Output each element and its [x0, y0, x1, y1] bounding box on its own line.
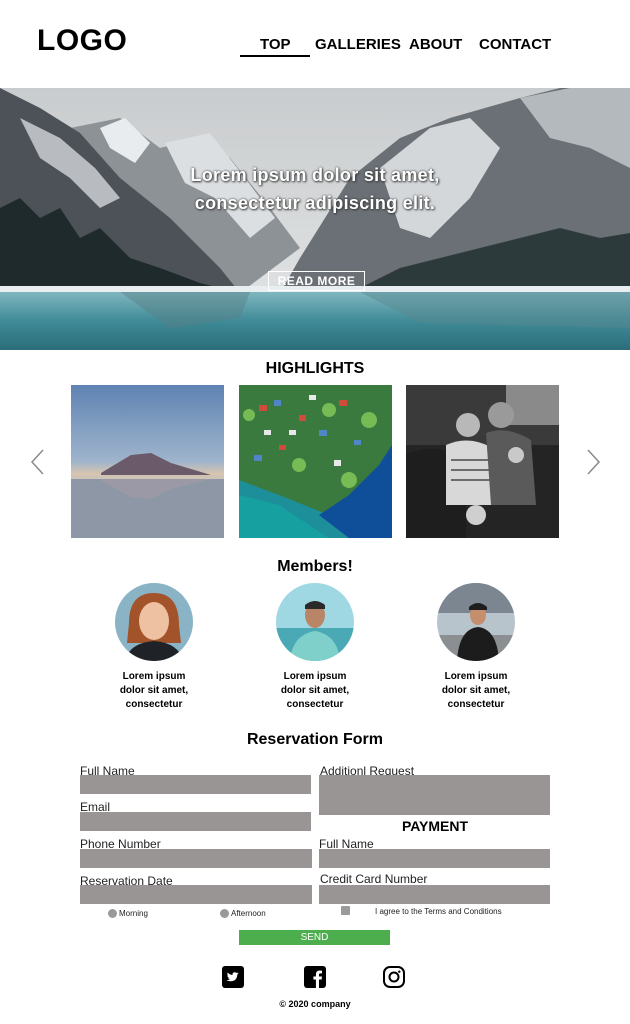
- highlight-image-family[interactable]: [406, 385, 559, 538]
- main-nav: TOP GALLERIES ABOUT CONTACT: [0, 36, 630, 60]
- chevron-right-icon[interactable]: [583, 448, 603, 476]
- chevron-left-icon[interactable]: [28, 448, 48, 476]
- member-text-line: dolor sit amet,: [119, 685, 189, 696]
- highlights-title: HIGHLIGHTS: [265, 360, 365, 377]
- phone-number-input[interactable]: [80, 849, 312, 868]
- member-text-line: dolor sit amet,: [280, 685, 350, 696]
- hero-landscape-image: [0, 88, 630, 350]
- nav-galleries[interactable]: GALLERIES: [315, 36, 401, 53]
- hero-banner: Lorem ipsum dolor sit amet, consectetur …: [0, 88, 630, 350]
- member-description: Lorem ipsum dolor sit amet, consectetur: [255, 670, 375, 712]
- member-text-line: dolor sit amet,: [441, 685, 511, 696]
- member-text-line: Lorem ipsum: [122, 671, 186, 682]
- highlight-image-mountain[interactable]: [71, 385, 224, 538]
- email-input[interactable]: [80, 812, 311, 831]
- reservation-form-title: Reservation Form: [246, 731, 384, 748]
- member-text-line: consectetur: [286, 699, 344, 710]
- terms-label: I agree to the Terms and Conditions: [375, 907, 502, 916]
- nav-top[interactable]: TOP: [260, 36, 291, 53]
- highlight-image-aerial-village[interactable]: [239, 385, 392, 538]
- read-more-button[interactable]: READ MORE: [268, 271, 365, 291]
- full-name-input[interactable]: [80, 775, 311, 794]
- credit-card-input[interactable]: [319, 885, 550, 904]
- payment-title: PAYMENT: [401, 818, 469, 834]
- member-text-line: Lorem ipsum: [444, 671, 508, 682]
- nav-active-underline: [240, 55, 310, 57]
- nav-contact[interactable]: CONTACT: [479, 36, 551, 53]
- member-avatar[interactable]: [276, 583, 354, 661]
- facebook-icon[interactable]: [304, 966, 326, 988]
- radio-morning-label: Morning: [119, 909, 148, 918]
- instagram-icon[interactable]: [383, 966, 405, 988]
- members-title: Members!: [277, 558, 353, 575]
- payment-full-name-input[interactable]: [319, 849, 550, 868]
- twitter-icon[interactable]: [222, 966, 244, 988]
- member-text-line: consectetur: [447, 699, 505, 710]
- hero-headline: Lorem ipsum dolor sit amet, consectetur …: [0, 161, 630, 217]
- member-avatar[interactable]: [115, 583, 193, 661]
- member-description: Lorem ipsum dolor sit amet, consectetur: [416, 670, 536, 712]
- member-text-line: consectetur: [125, 699, 183, 710]
- radio-morning[interactable]: [108, 909, 117, 918]
- member-description: Lorem ipsum dolor sit amet, consectetur: [94, 670, 214, 712]
- reservation-date-input[interactable]: [80, 885, 312, 904]
- hero-line-1: Lorem ipsum dolor sit amet,: [190, 165, 440, 185]
- member-avatar[interactable]: [437, 583, 515, 661]
- radio-afternoon[interactable]: [220, 909, 229, 918]
- credit-card-label: Credit Card Number: [320, 872, 428, 886]
- send-button[interactable]: SEND: [239, 930, 390, 945]
- hero-line-2: consectetur adipiscing elit.: [194, 193, 436, 213]
- copyright: © 2020 company: [279, 999, 351, 1009]
- radio-afternoon-label: Afternoon: [231, 909, 266, 918]
- terms-checkbox[interactable]: [341, 906, 350, 915]
- member-text-line: Lorem ipsum: [283, 671, 347, 682]
- additional-request-textarea[interactable]: [319, 775, 550, 815]
- nav-about[interactable]: ABOUT: [409, 36, 462, 53]
